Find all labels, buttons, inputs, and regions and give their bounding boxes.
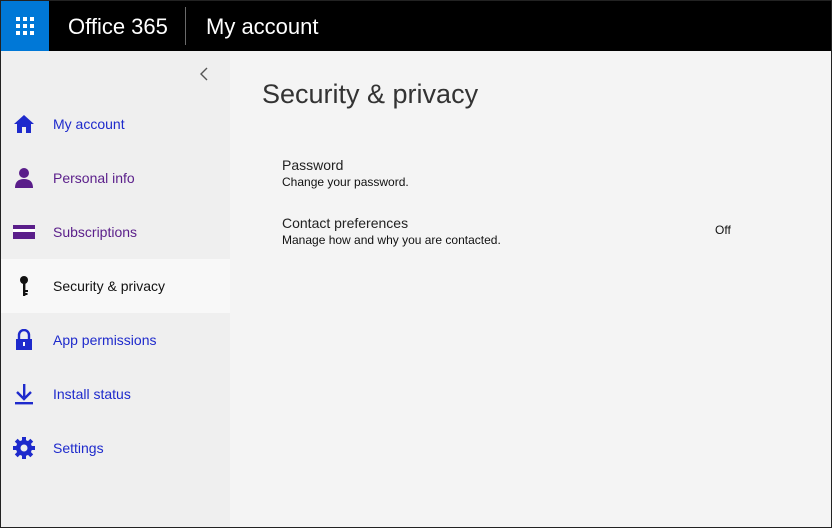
header-divider (185, 7, 186, 45)
setting-password[interactable]: Password Change your password. (282, 157, 752, 191)
collapse-sidebar-button[interactable] (194, 63, 216, 85)
setting-description: Change your password. (282, 175, 409, 189)
setting-description: Manage how and why you are contacted. (282, 233, 501, 247)
chevron-left-icon (200, 67, 208, 81)
app-window: Office 365 My account My account Persona… (0, 0, 832, 528)
app-launcher-button[interactable] (1, 1, 49, 51)
sidebar-item-my-account[interactable]: My account (1, 97, 230, 151)
sidebar-item-label: Subscriptions (53, 224, 138, 240)
setting-title: Contact preferences (282, 215, 409, 231)
main-content: Security & privacy Password Change your … (230, 51, 831, 527)
sidebar-item-label: Install status (53, 386, 131, 402)
app-title: My account (206, 14, 319, 39)
waffle-icon (16, 17, 34, 35)
sidebar-item-label: Security & privacy (53, 278, 166, 294)
sidebar-item-app-permissions[interactable]: App permissions (1, 313, 230, 367)
top-bar: Office 365 My account (1, 1, 831, 51)
sidebar: My account Personal info Subscriptions S… (1, 51, 230, 527)
sidebar-item-install-status[interactable]: Install status (1, 367, 230, 421)
sidebar-item-label: Personal info (53, 170, 135, 186)
sidebar-item-label: My account (53, 116, 125, 132)
sidebar-item-settings[interactable]: Settings (1, 421, 230, 475)
brand-link[interactable]: Office 365 (68, 1, 168, 51)
contact-preferences-status: Off (715, 223, 731, 237)
sidebar-item-label: App permissions (53, 332, 157, 348)
sidebar-item-security-privacy[interactable]: Security & privacy (1, 259, 230, 313)
card-icon (13, 221, 35, 243)
sidebar-item-label: Settings (53, 440, 104, 456)
page-title: Security & privacy (262, 79, 479, 109)
sidebar-item-personal-info[interactable]: Personal info (1, 151, 230, 205)
person-icon (13, 167, 35, 189)
lock-icon (13, 329, 35, 351)
download-icon (13, 383, 35, 405)
setting-contact-preferences[interactable]: Contact preferences Manage how and why y… (282, 215, 752, 249)
setting-title: Password (282, 157, 344, 173)
home-icon (13, 113, 35, 135)
sidebar-item-subscriptions[interactable]: Subscriptions (1, 205, 230, 259)
gear-icon (13, 437, 35, 459)
key-icon (13, 275, 35, 297)
